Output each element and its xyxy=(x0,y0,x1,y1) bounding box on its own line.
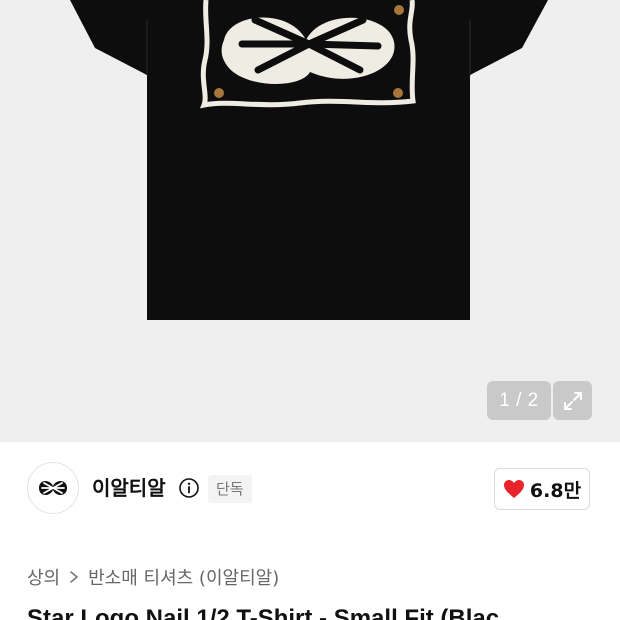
chevron-right-icon xyxy=(70,571,79,583)
image-page-indicator: 1 / 2 xyxy=(487,381,551,420)
product-title: Star Logo Nail 1/2 T-Shirt - Small Fit (… xyxy=(27,605,500,620)
breadcrumb: 상의 반소매 티셔츠 (이알티알) xyxy=(27,563,279,591)
brand-row: 이알티알 단독 6.8만 xyxy=(0,442,620,538)
breadcrumb-category[interactable]: 상의 xyxy=(27,564,60,590)
expand-arrows-icon xyxy=(563,391,582,410)
info-icon[interactable] xyxy=(178,477,200,499)
brand-logo-icon xyxy=(39,480,67,496)
brand-name[interactable]: 이알티알 xyxy=(92,474,166,502)
heart-icon xyxy=(503,480,524,498)
like-button[interactable]: 6.8만 xyxy=(494,468,590,510)
exclusive-badge: 단독 xyxy=(208,475,252,503)
breadcrumb-subcategory[interactable]: 반소매 티셔츠 (이알티알) xyxy=(88,564,279,590)
product-image xyxy=(70,0,548,320)
expand-image-button[interactable] xyxy=(553,381,592,420)
brand-logo[interactable] xyxy=(27,462,79,514)
like-count: 6.8만 xyxy=(529,479,582,502)
product-image-area[interactable]: 1 / 2 xyxy=(0,0,620,442)
